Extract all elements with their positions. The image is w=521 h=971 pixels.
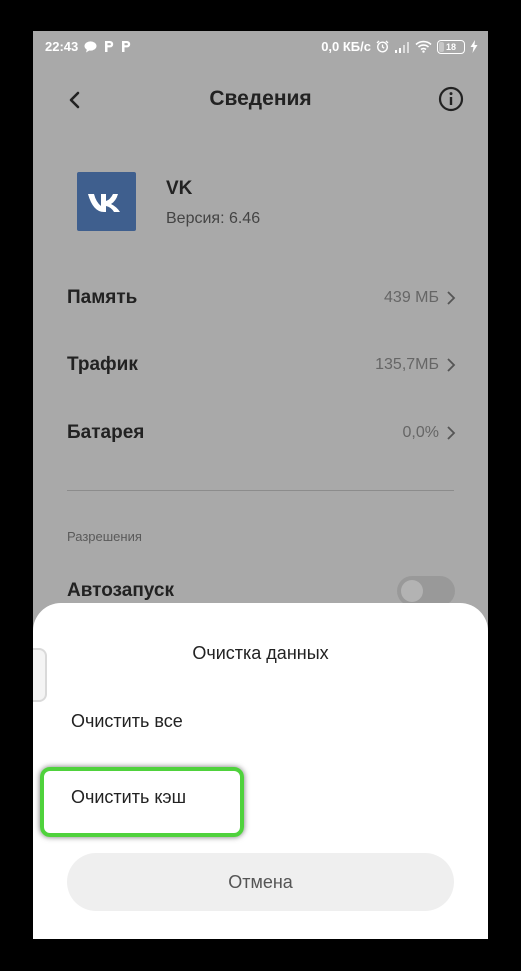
signal-icon: [395, 41, 409, 53]
divider: [67, 490, 454, 491]
battery-level: 18: [445, 41, 456, 52]
row-traffic[interactable]: Трафик 135,7МБ: [67, 350, 457, 380]
dialog-title: Очистка данных: [192, 643, 329, 663]
header: Сведения: [33, 81, 488, 121]
status-time: 22:43: [45, 39, 79, 54]
row-value: 0,0%: [402, 424, 439, 441]
cancel-button[interactable]: Отмена: [67, 853, 454, 911]
clear-cache-highlight: [40, 767, 244, 837]
autostart-toggle[interactable]: [397, 576, 455, 606]
page-title: Сведения: [209, 87, 312, 110]
row-battery[interactable]: Батарея 0,0%: [67, 418, 457, 448]
vk-logo-icon: [77, 172, 136, 231]
status-right: 0,0 КБ/с 18: [321, 39, 478, 54]
clear-all-option[interactable]: Очистить все: [71, 711, 183, 732]
status-bar: 22:43 0,0 КБ/с 18: [33, 31, 488, 61]
chevron-right-icon: [447, 426, 456, 440]
row-label: Автозапуск: [67, 580, 174, 601]
app-name: VK: [166, 178, 193, 199]
net-speed: 0,0 КБ/с: [321, 39, 371, 54]
chat-bubble-icon: [84, 40, 97, 52]
p-icon: [105, 41, 114, 52]
chevron-right-icon: [447, 358, 456, 372]
row-label: Батарея: [67, 422, 145, 443]
p-icon: [122, 41, 131, 52]
row-value: 439 МБ: [384, 289, 439, 306]
clear-data-dialog: Очистка данных Очистить все Очистить кэш…: [33, 603, 488, 939]
row-label: Трафик: [67, 354, 138, 375]
chevron-right-icon: [447, 291, 456, 305]
app-version: Версия: 6.46: [166, 210, 261, 227]
alarm-icon: [376, 40, 389, 53]
battery-icon: 18: [437, 39, 465, 54]
permissions-section-label: Разрешения: [67, 529, 142, 544]
wifi-icon: [415, 40, 432, 53]
toggle-knob: [401, 580, 423, 602]
row-memory[interactable]: Память 439 МБ: [67, 283, 457, 313]
phone-screen: 22:43 0,0 КБ/с 18 Сведения VK Версия: 6.…: [33, 31, 488, 939]
info-icon[interactable]: [437, 85, 465, 113]
edge-handle: [33, 648, 47, 702]
charging-icon: [470, 40, 478, 53]
status-left: 22:43: [45, 39, 131, 54]
row-value: 135,7МБ: [375, 356, 439, 373]
row-label: Память: [67, 287, 138, 308]
